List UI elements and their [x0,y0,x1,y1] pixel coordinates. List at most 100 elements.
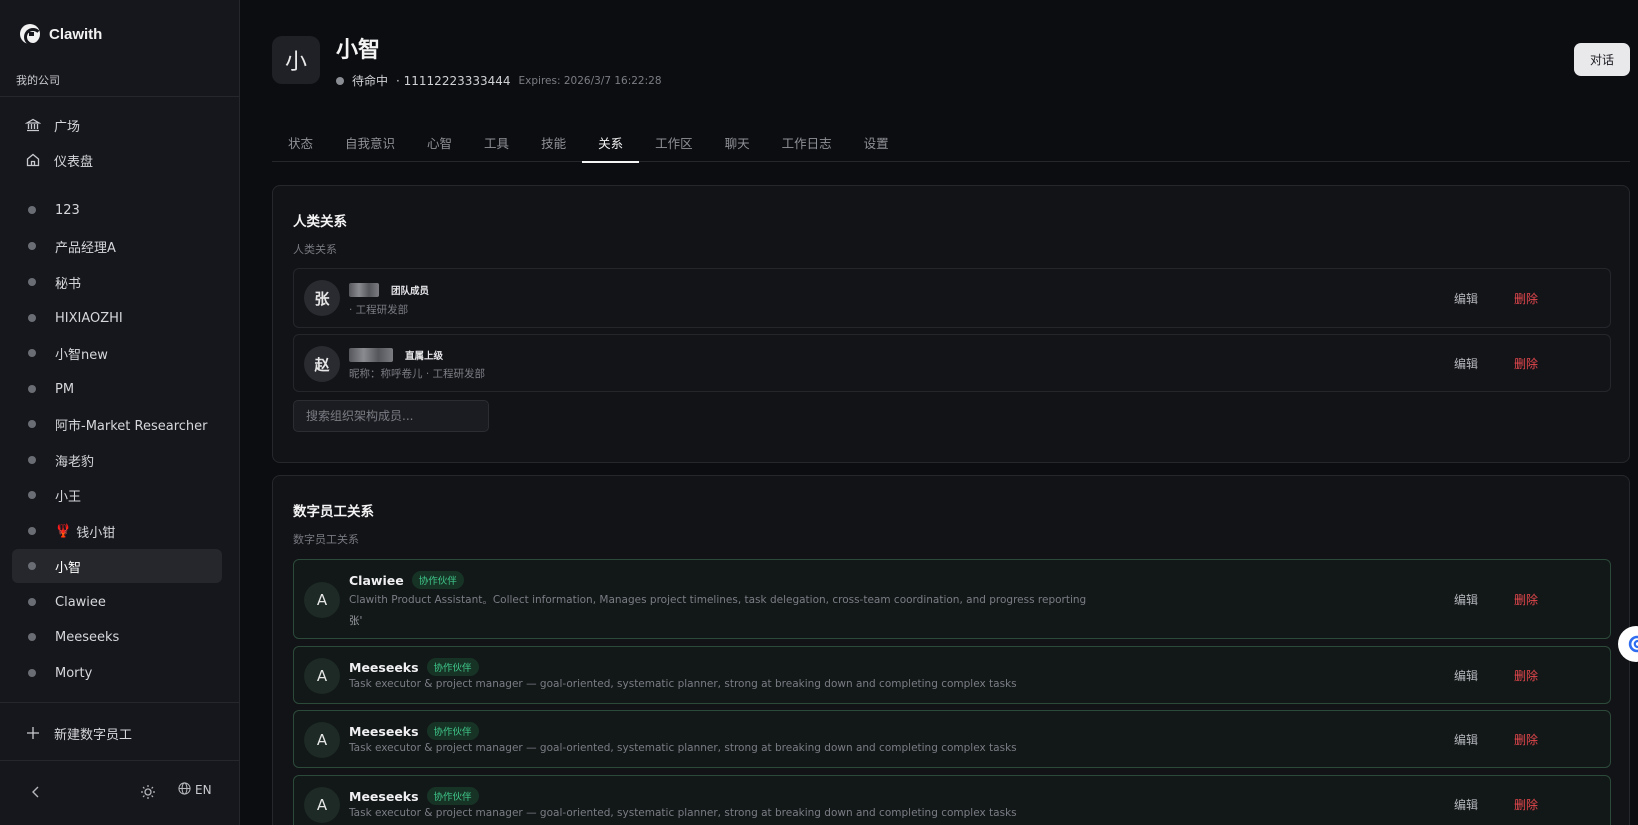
brand-name: Clawith [49,25,103,43]
delete-button[interactable]: 删除 [1514,731,1538,748]
expires-text: Expires: 2026/3/7 16:22:28 [518,74,662,87]
agent-desc: Task executor & project manager — goal-o… [349,742,1017,754]
tab-self-awareness[interactable]: 自我意识 [329,126,411,162]
delete-button[interactable]: 删除 [1514,290,1538,307]
nav-label: 广场 [54,119,81,135]
status-dot [28,385,36,393]
edit-button[interactable]: 编辑 [1454,591,1478,608]
sidebar-divider [0,760,240,761]
edit-button[interactable]: 编辑 [1454,355,1478,372]
agent-item-123[interactable]: 123 [12,193,222,227]
status-dot [28,420,36,428]
agent-name: Meeseeks [349,659,419,675]
agent-avatar: A [304,582,340,618]
agent-item-hixiaozhi[interactable]: HIXIAOZHI [12,301,222,335]
agent-item-xiaozhi[interactable]: 小智 [12,549,222,583]
agent-item-morty[interactable]: Morty [12,656,222,690]
person-name: 团队成员 [349,283,429,297]
collapse-sidebar-icon[interactable] [28,784,44,800]
tab-skills[interactable]: 技能 [525,126,582,162]
language-label: EN [195,783,212,797]
agent-item-product-manager-a[interactable]: 产品经理A [12,229,222,263]
status-dot [28,278,36,286]
delete-button[interactable]: 删除 [1514,355,1538,372]
status-dot [28,669,36,677]
delete-button[interactable]: 删除 [1514,591,1538,608]
collaborator-badge: 协作伙伴 [426,787,479,805]
org-member-search-input[interactable] [293,400,489,432]
relationship-row: 赵 直属上级 昵称：称呼卷儿 · 工程研发部 编辑 删除 [293,334,1611,392]
tab-workspace[interactable]: 工作区 [639,126,709,162]
new-agent-label: 新建数字员工 [54,727,133,743]
new-agent-button[interactable]: 新建数字员工 [12,716,222,750]
agent-label: PM [55,381,75,397]
agent-avatar: A [304,658,340,694]
person-avatar: 赵 [304,346,340,382]
agent-name-row: Meeseeks 协作伙伴 [349,787,479,805]
edit-button[interactable]: 编辑 [1454,731,1478,748]
agent-avatar: 小 [272,36,320,84]
status-dot [28,491,36,499]
tab-work-log[interactable]: 工作日志 [766,126,848,162]
person-name: 直属上级 [349,348,443,362]
agent-item-meeseeks[interactable]: Meeseeks [12,620,222,654]
card-subtitle: 人类关系 [293,243,337,256]
tab-tools[interactable]: 工具 [468,126,525,162]
person-desc: 昵称：称呼卷儿 · 工程研发部 [349,368,486,380]
tab-chat[interactable]: 聊天 [709,126,766,162]
agent-id: · 11112223333444 [396,73,511,88]
delete-button[interactable]: 删除 [1514,667,1538,684]
agent-relationship-row: A Meeseeks 协作伙伴 Task executor & project … [293,646,1611,704]
status-dot [28,527,36,535]
agent-relationship-row: A Meeseeks 协作伙伴 Task executor & project … [293,710,1611,768]
tab-mind[interactable]: 心智 [411,126,468,162]
agent-label: 产品经理A [55,240,116,256]
agent-item-market-researcher[interactable]: 阿市-Market Researcher [12,407,222,441]
agent-item-xiaozhi-new[interactable]: 小智new [12,336,222,370]
agent-item-pm[interactable]: PM [12,372,222,406]
status-dot [28,349,36,357]
tab-status[interactable]: 状态 [272,126,329,162]
agent-tabs: 状态 自我意识 心智 工具 技能 关系 工作区 聊天 工作日志 设置 [272,126,1630,163]
language-toggle[interactable]: EN [178,782,212,798]
plus-icon [25,725,41,741]
agent-note: 张' [349,615,363,627]
company-name[interactable]: 我的公司 [16,72,60,88]
card-title: 人类关系 [293,214,347,230]
tab-relationships[interactable]: 关系 [582,126,640,163]
nav-plaza[interactable]: 广场 [12,108,222,142]
role-label: 直属上级 [405,351,444,362]
edit-button[interactable]: 编辑 [1454,290,1478,307]
tab-settings[interactable]: 设置 [848,126,905,162]
relationship-row: 张 团队成员 · 工程研发部 编辑 删除 [293,268,1611,328]
agent-avatar: A [304,722,340,758]
agent-label: 小智 [55,560,82,576]
redacted-name [349,283,379,297]
agent-item-clawiee[interactable]: Clawiee [12,585,222,619]
brand[interactable]: Clawith [20,24,103,46]
card-title: 数字员工关系 [293,504,374,520]
agent-name: Meeseeks [349,723,419,739]
agent-name-row: Clawiee 协作伙伴 [349,571,464,589]
agent-item-xiao-wang[interactable]: 小王 [12,478,222,512]
chat-button[interactable]: 对话 [1574,43,1630,76]
lobster-icon: 🦞 [55,523,72,539]
clawith-logo-icon [20,24,42,46]
person-avatar: 张 [304,280,340,316]
agent-label: Clawiee [55,594,106,610]
edit-button[interactable]: 编辑 [1454,667,1478,684]
delete-button[interactable]: 删除 [1514,796,1538,813]
nav-dashboard[interactable]: 仪表盘 [12,143,222,177]
collaborator-badge: 协作伙伴 [426,658,479,676]
agent-item-hai-lao-bao[interactable]: 海老豹 [12,443,222,477]
agent-name: 小智 [336,38,381,63]
agent-item-qian-xiao-qian[interactable]: 🦞 钱小钳 [12,514,222,548]
sun-icon[interactable] [140,784,156,800]
agent-desc: Task executor & project manager — goal-o… [349,678,1017,690]
agent-label: 海老豹 [55,454,95,470]
agent-label: 小王 [55,489,82,505]
status-dot [28,598,36,606]
edit-button[interactable]: 编辑 [1454,796,1478,813]
main-content: 小 小智 待命中 · 11112223333444 Expires: 2026/… [240,0,1638,825]
agent-item-secretary[interactable]: 秘书 [12,265,222,299]
